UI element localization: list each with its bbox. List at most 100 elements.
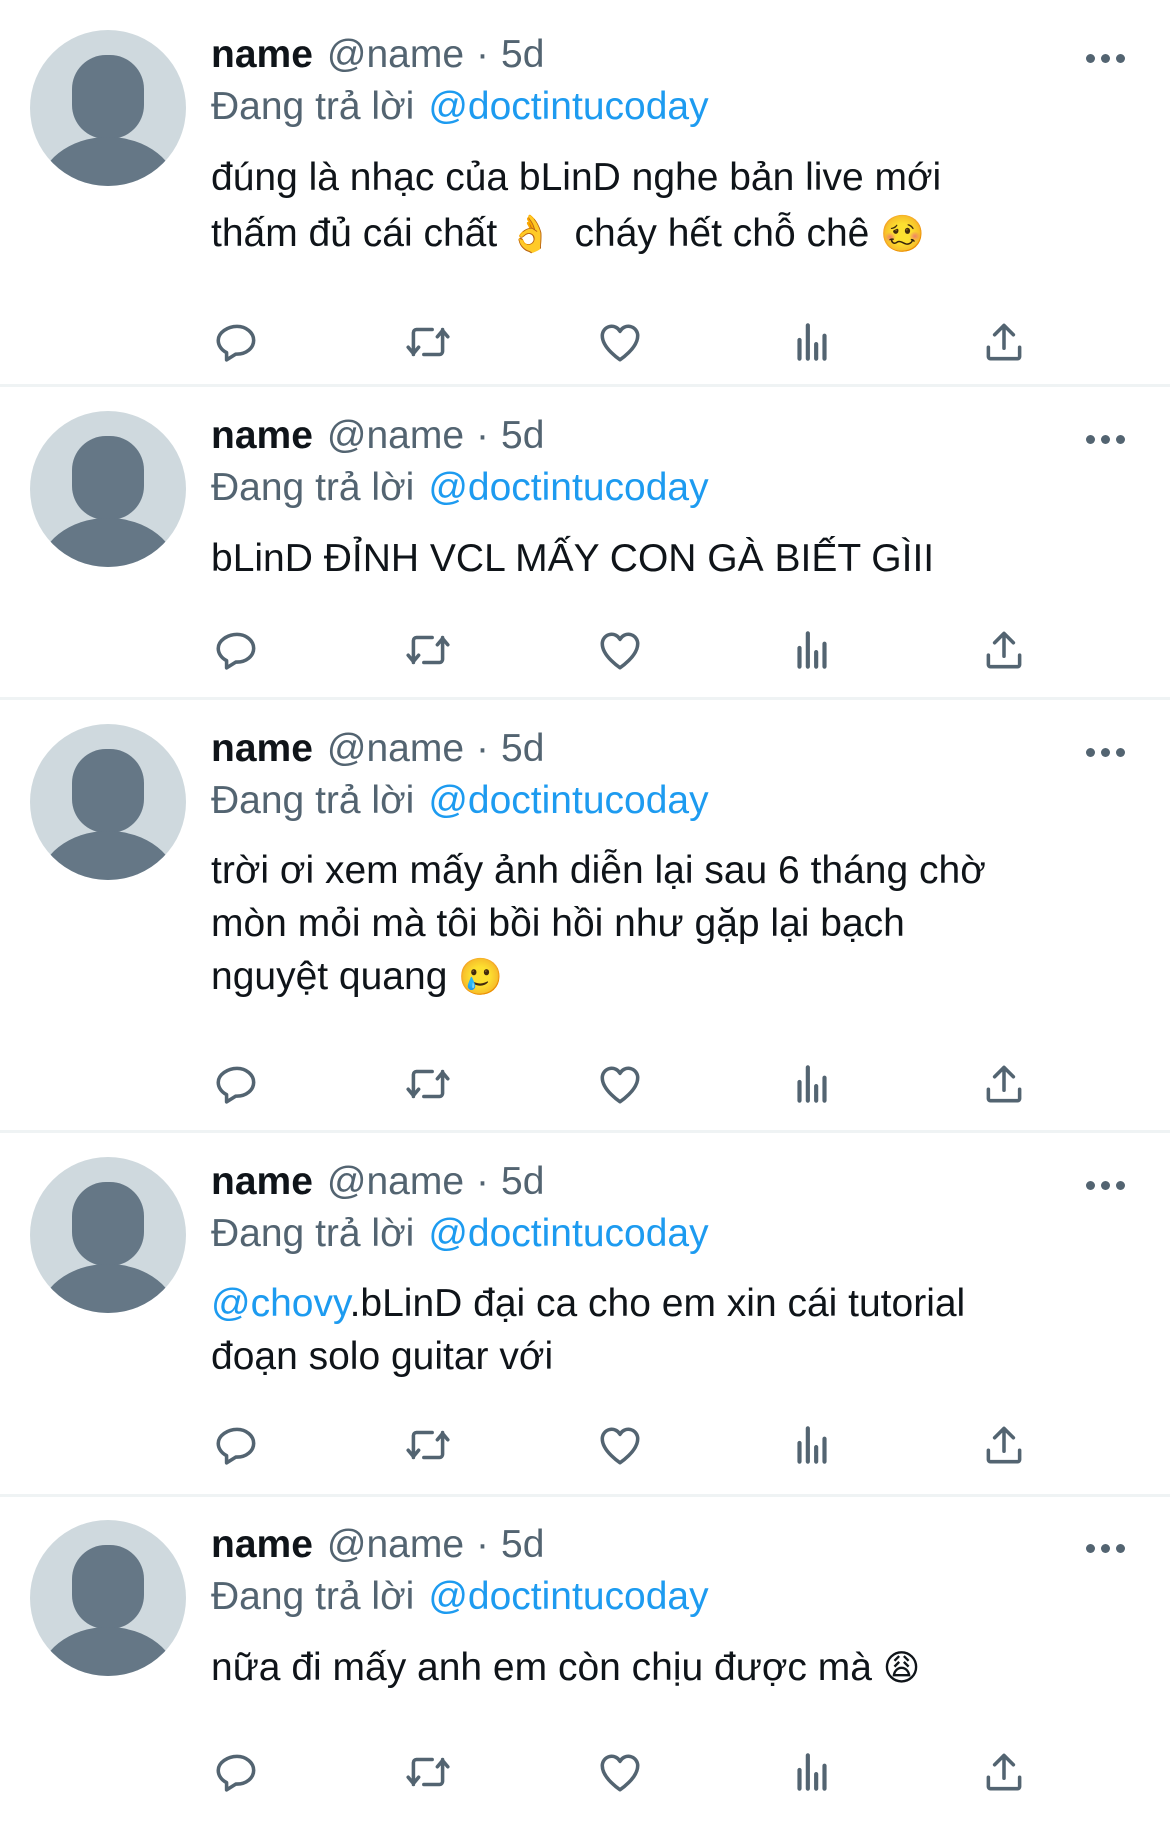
more-icon xyxy=(1086,1544,1095,1553)
views-button[interactable] xyxy=(786,317,838,367)
more-icon xyxy=(1086,435,1095,444)
user-handle[interactable]: @name xyxy=(327,724,464,774)
reply-icon xyxy=(216,632,256,670)
woozy-face-emoji: 🥴 xyxy=(880,214,926,255)
timestamp[interactable]: 5d xyxy=(501,1520,544,1570)
share-button[interactable] xyxy=(978,1059,1030,1109)
more-icon xyxy=(1101,1544,1110,1553)
more-icon xyxy=(1086,748,1095,757)
timestamp[interactable]: 5d xyxy=(501,30,544,80)
reply-to-mention[interactable]: @doctintucoday xyxy=(428,466,708,509)
display-name[interactable]: name xyxy=(211,1520,313,1570)
divider xyxy=(0,1130,1170,1133)
share-button[interactable] xyxy=(978,1747,1030,1797)
avatar[interactable] xyxy=(30,1520,186,1676)
tweet-text: đúng là nhạc của bLinD nghe bản live mới… xyxy=(211,150,1111,263)
analytics-icon xyxy=(797,1426,827,1464)
user-handle[interactable]: @name xyxy=(327,30,464,80)
like-button[interactable] xyxy=(594,1747,646,1797)
views-button[interactable] xyxy=(786,1420,838,1470)
timestamp[interactable]: 5d xyxy=(501,1157,544,1207)
like-button[interactable] xyxy=(594,625,646,675)
reply-button[interactable] xyxy=(211,1747,263,1797)
reply-button[interactable] xyxy=(211,317,263,367)
avatar[interactable] xyxy=(30,30,186,186)
display-name[interactable]: name xyxy=(211,724,313,774)
default-avatar-icon xyxy=(38,1545,178,1676)
retweet-button[interactable] xyxy=(402,625,454,675)
retweet-button[interactable] xyxy=(402,1420,454,1470)
retweet-button[interactable] xyxy=(402,317,454,367)
share-icon xyxy=(986,631,1022,669)
default-avatar-icon xyxy=(38,436,178,567)
reply-button[interactable] xyxy=(211,1420,263,1470)
share-icon xyxy=(986,1426,1022,1464)
more-icon xyxy=(1116,435,1125,444)
analytics-icon xyxy=(797,631,827,669)
share-button[interactable] xyxy=(978,317,1030,367)
views-button[interactable] xyxy=(786,625,838,675)
timestamp[interactable]: 5d xyxy=(501,724,544,774)
retweet-button[interactable] xyxy=(402,1747,454,1797)
more-icon xyxy=(1086,1181,1095,1190)
user-handle[interactable]: @name xyxy=(327,411,464,461)
reply-to-mention[interactable]: @doctintucoday xyxy=(428,85,708,128)
more-button[interactable] xyxy=(1086,54,1126,64)
reply-prefix: Đang trả lời xyxy=(211,466,415,509)
reply-context: Đang trả lời @doctintucoday xyxy=(211,463,709,513)
tweet-text: trời ơi xem mấy ảnh diễn lại sau 6 tháng… xyxy=(211,844,1111,1004)
more-button[interactable] xyxy=(1086,435,1126,445)
more-button[interactable] xyxy=(1086,1544,1126,1554)
user-handle[interactable]: @name xyxy=(327,1520,464,1570)
mention-link[interactable]: @chovy xyxy=(211,1282,350,1325)
more-icon xyxy=(1101,435,1110,444)
avatar[interactable] xyxy=(30,1157,186,1313)
like-button[interactable] xyxy=(594,317,646,367)
analytics-icon xyxy=(797,1753,827,1791)
reply-button[interactable] xyxy=(211,625,263,675)
tweet-text-part: nữa đi mấy anh em còn chịu được mà xyxy=(211,1646,883,1689)
views-button[interactable] xyxy=(786,1059,838,1109)
heart-icon xyxy=(600,1754,640,1792)
divider xyxy=(0,697,1170,700)
like-button[interactable] xyxy=(594,1420,646,1470)
reply-button[interactable] xyxy=(211,1059,263,1109)
share-icon xyxy=(986,1065,1022,1103)
divider xyxy=(0,1494,1170,1497)
smiling-face-with-tear-emoji: 🥲 xyxy=(458,957,504,998)
more-icon xyxy=(1086,54,1095,63)
retweet-icon xyxy=(406,1069,450,1099)
tweet-text: nữa đi mấy anh em còn chịu được mà 😩 xyxy=(211,1640,1111,1697)
avatar[interactable] xyxy=(30,411,186,567)
share-button[interactable] xyxy=(978,625,1030,675)
more-button[interactable] xyxy=(1086,1181,1126,1191)
views-button[interactable] xyxy=(786,1747,838,1797)
reply-icon xyxy=(216,1066,256,1104)
retweet-button[interactable] xyxy=(402,1059,454,1109)
avatar[interactable] xyxy=(30,724,186,880)
share-button[interactable] xyxy=(978,1420,1030,1470)
reply-prefix: Đang trả lời xyxy=(211,1212,415,1255)
more-button[interactable] xyxy=(1086,748,1126,758)
display-name[interactable]: name xyxy=(211,1157,313,1207)
default-avatar-icon xyxy=(38,1182,178,1313)
heart-icon xyxy=(600,632,640,670)
default-avatar-icon xyxy=(38,55,178,186)
more-icon xyxy=(1116,748,1125,757)
reply-icon xyxy=(216,324,256,362)
reply-to-mention[interactable]: @doctintucoday xyxy=(428,1212,708,1255)
share-icon xyxy=(986,1753,1022,1791)
reply-prefix: Đang trả lời xyxy=(211,85,415,128)
retweet-icon xyxy=(406,327,450,357)
display-name[interactable]: name xyxy=(211,30,313,80)
display-name[interactable]: name xyxy=(211,411,313,461)
tweet-actions xyxy=(211,1420,1051,1470)
user-handle[interactable]: @name xyxy=(327,1157,464,1207)
separator-dot: · xyxy=(476,727,490,770)
reply-icon xyxy=(216,1427,256,1465)
reply-to-mention[interactable]: @doctintucoday xyxy=(428,1575,708,1618)
like-button[interactable] xyxy=(594,1059,646,1109)
timestamp[interactable]: 5d xyxy=(501,411,544,461)
reply-to-mention[interactable]: @doctintucoday xyxy=(428,779,708,822)
reply-prefix: Đang trả lời xyxy=(211,779,415,822)
